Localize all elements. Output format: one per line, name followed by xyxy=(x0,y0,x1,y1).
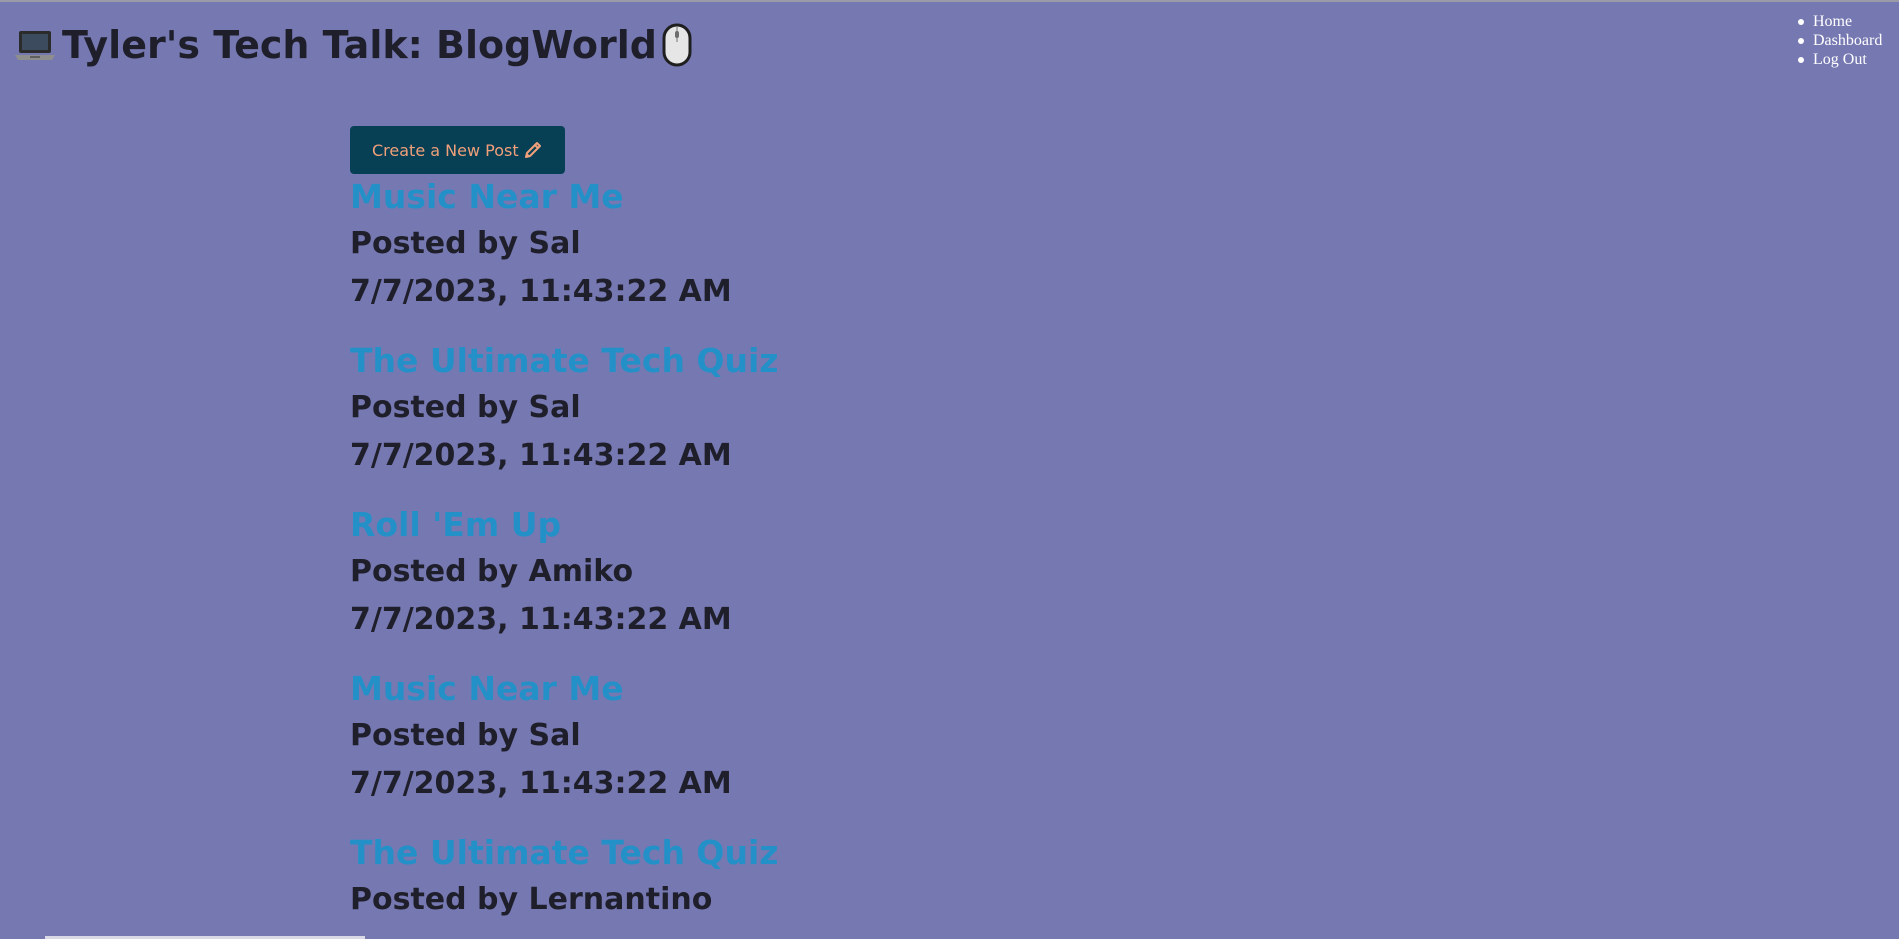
pencil-icon xyxy=(523,140,543,160)
post-divider xyxy=(350,480,1250,502)
post-divider xyxy=(350,644,1250,666)
post-title-link[interactable]: The Ultimate Tech Quiz xyxy=(350,830,1250,876)
window-top-border xyxy=(0,0,1899,2)
nav-link-logout[interactable]: Log Out xyxy=(1813,51,1867,68)
post-author: Posted by Amiko xyxy=(350,554,634,589)
post-title-link[interactable]: Music Near Me xyxy=(350,666,1250,712)
post-list: Create a New Post Music Near Me Posted b… xyxy=(350,126,1250,924)
nav-link-home[interactable]: Home xyxy=(1813,13,1852,30)
post-author: Posted by Sal xyxy=(350,226,581,261)
post-item: The Ultimate Tech Quiz Posted by Sal 7/7… xyxy=(350,338,1250,480)
post-item: Music Near Me Posted by Sal 7/7/2023, 11… xyxy=(350,666,1250,808)
post-divider xyxy=(350,808,1250,830)
post-date: 7/7/2023, 11:43:22 AM xyxy=(350,438,732,473)
post-item: Roll 'Em Up Posted by Amiko 7/7/2023, 11… xyxy=(350,502,1250,644)
post-title-link[interactable]: Music Near Me xyxy=(350,174,1250,220)
nav-item-home: Home xyxy=(1798,12,1882,31)
nav-menu: Home Dashboard Log Out xyxy=(1798,12,1882,69)
post-date: 7/7/2023, 11:43:22 AM xyxy=(350,766,732,801)
post-title-link[interactable]: Roll 'Em Up xyxy=(350,502,1250,548)
post-date: 7/7/2023, 11:43:22 AM xyxy=(350,274,732,309)
post-item: The Ultimate Tech Quiz Posted by Lernant… xyxy=(350,830,1250,924)
create-new-post-button[interactable]: Create a New Post xyxy=(350,126,565,174)
site-title: Tyler's Tech Talk: BlogWorld xyxy=(62,23,657,67)
post-item: Music Near Me Posted by Sal 7/7/2023, 11… xyxy=(350,174,1250,316)
laptop-icon xyxy=(12,25,58,65)
mouse-icon xyxy=(661,22,693,68)
create-new-post-label: Create a New Post xyxy=(372,140,519,160)
nav-item-dashboard: Dashboard xyxy=(1798,31,1882,50)
post-author: Posted by Sal xyxy=(350,390,581,425)
post-author: Posted by Sal xyxy=(350,718,581,753)
site-header: Tyler's Tech Talk: BlogWorld xyxy=(12,22,693,68)
post-date: 7/7/2023, 11:43:22 AM xyxy=(350,602,732,637)
post-divider xyxy=(350,316,1250,338)
nav-link-dashboard[interactable]: Dashboard xyxy=(1813,32,1882,49)
nav-item-logout: Log Out xyxy=(1798,50,1882,69)
post-title-link[interactable]: The Ultimate Tech Quiz xyxy=(350,338,1250,384)
post-author: Posted by Lernantino xyxy=(350,882,713,917)
